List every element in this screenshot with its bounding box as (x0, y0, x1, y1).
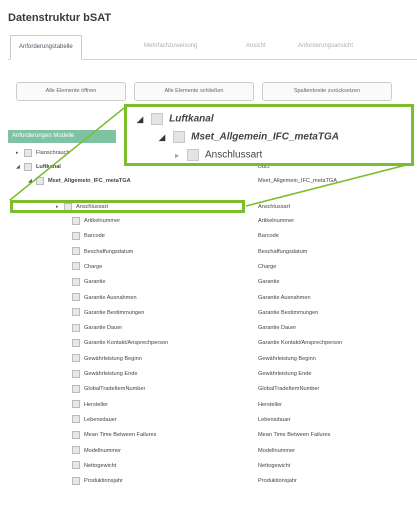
collapse-arrow-icon: ◢ (137, 114, 144, 124)
collapse-arrow-icon: ◢ (159, 132, 166, 142)
checkbox (187, 149, 200, 161)
checkbox (151, 113, 164, 125)
expand-arrow-icon: ▸ (175, 150, 180, 160)
checkbox (173, 131, 186, 143)
zoom-row-mset: ◢ Mset_Allgemein_IFC_metaTGA (159, 131, 339, 143)
zoom-callout: ◢ Luftkanal ◢ Mset_Allgemein_IFC_metaTGA ▸… (124, 104, 414, 166)
zoom-row-anschlussart: ▸ Anschlussart (175, 149, 263, 161)
highlight-box (10, 200, 245, 213)
zoom-row-luftkanal: ◢ Luftkanal (137, 113, 214, 125)
callout-lines (9, 107, 415, 207)
